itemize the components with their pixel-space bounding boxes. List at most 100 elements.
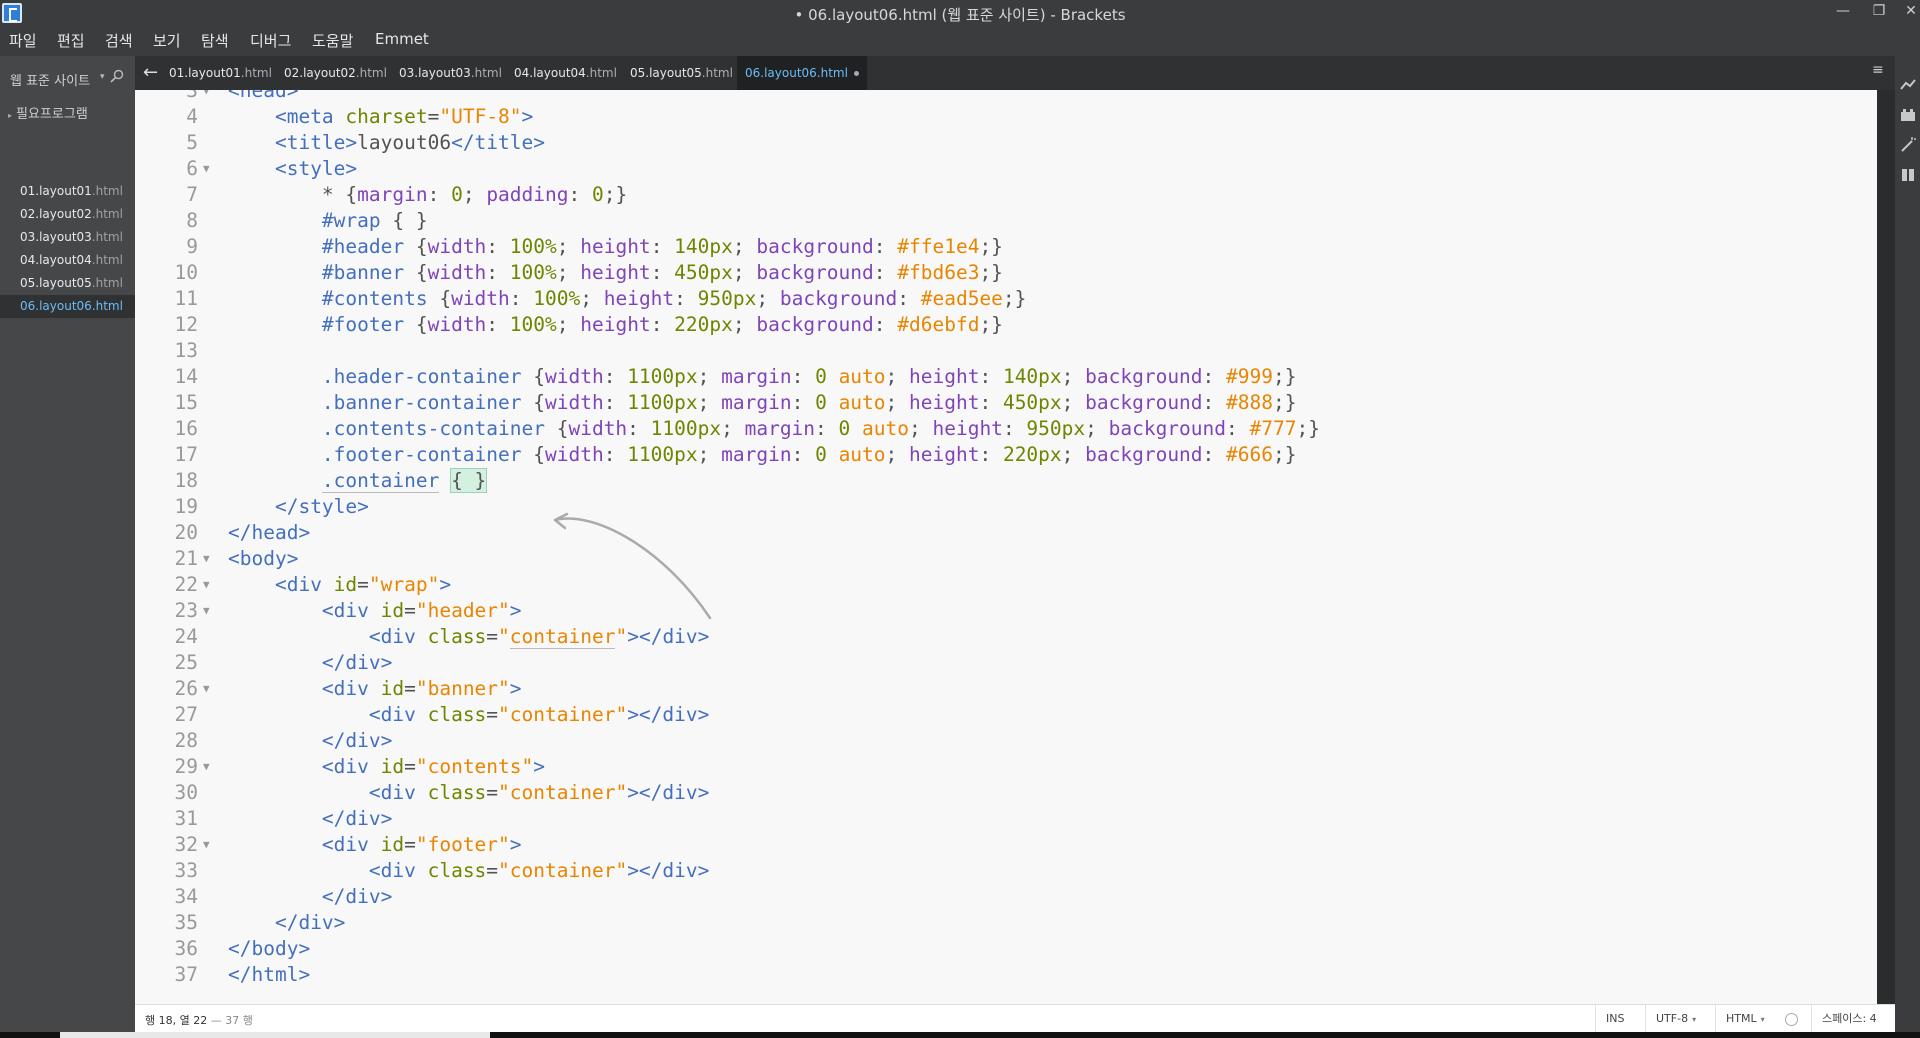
- tab[interactable]: 01.layout01.html: [161, 56, 280, 90]
- code-text: ;: [580, 287, 604, 310]
- code-line[interactable]: 26 ▼ <div id="banner">: [135, 676, 1877, 702]
- sidebar-file-item[interactable]: 02.layout02.html: [0, 203, 135, 226]
- maximize-button[interactable]: ❐: [1862, 0, 1896, 26]
- lint-status-icon[interactable]: [1785, 1013, 1798, 1026]
- code-line[interactable]: 15 .banner-container {width: 1100px; mar…: [135, 390, 1877, 416]
- code-line[interactable]: 28 </div>: [135, 728, 1877, 754]
- fold-arrow-icon[interactable]: ▼: [203, 90, 210, 104]
- code-line[interactable]: 17 .footer-container {width: 1100px; mar…: [135, 442, 1877, 468]
- menu-item[interactable]: 보기: [153, 30, 181, 51]
- tab[interactable]: 03.layout03.html: [391, 56, 510, 90]
- code-attribute: id: [333, 573, 358, 596]
- extension-manager-icon[interactable]: [1899, 106, 1917, 124]
- project-title[interactable]: 웹 표준 사이트: [10, 70, 90, 89]
- unsaved-dot-icon[interactable]: [853, 71, 859, 76]
- code-line[interactable]: 23 ▼ <div id="header">: [135, 598, 1877, 624]
- tab[interactable]: 02.layout02.html: [276, 56, 395, 90]
- menu-item[interactable]: 탐색: [201, 30, 229, 51]
- code-content: .container { }: [228, 468, 488, 494]
- code-line[interactable]: 6 ▼ <style>: [135, 156, 1877, 182]
- fold-arrow-icon[interactable]: ▼: [203, 754, 210, 780]
- encoding-selector[interactable]: UTF-8 ▾: [1645, 1005, 1706, 1033]
- menu-item[interactable]: 디버그: [250, 30, 291, 51]
- code-property: margin: [721, 365, 792, 388]
- code-property: height: [909, 443, 980, 466]
- code-number: 0: [815, 443, 827, 466]
- code-line[interactable]: 37 </html>: [135, 962, 1877, 988]
- code-line[interactable]: 27 <div class="container"></div>: [135, 702, 1877, 728]
- code-line[interactable]: 13: [135, 338, 1877, 364]
- menu-item[interactable]: 파일: [9, 30, 37, 51]
- menu-item[interactable]: 도움말: [312, 30, 353, 51]
- code-line[interactable]: 10 #banner {width: 100%; height: 450px; …: [135, 260, 1877, 286]
- sidebar-file-item[interactable]: 03.layout03.html: [0, 226, 135, 249]
- fold-arrow-icon[interactable]: ▼: [203, 598, 210, 624]
- fold-arrow-icon[interactable]: ▼: [203, 676, 210, 702]
- sidebar-file-item[interactable]: 05.layout05.html: [0, 272, 135, 295]
- menu-item[interactable]: 편집: [57, 30, 85, 51]
- chevron-down-icon[interactable]: ▾: [100, 72, 105, 82]
- indent-selector[interactable]: 스페이스: 4: [1811, 1005, 1887, 1033]
- code-line[interactable]: 12 #footer {width: 100%; height: 220px; …: [135, 312, 1877, 338]
- code-number: 100%: [509, 313, 557, 336]
- code-text: ;: [1061, 365, 1086, 388]
- search-icon[interactable]: [110, 69, 124, 83]
- tab-extension: .html: [701, 66, 733, 80]
- code-line[interactable]: 21 ▼ <body>: [135, 546, 1877, 572]
- code-line[interactable]: 34 </div>: [135, 884, 1877, 910]
- code-line[interactable]: 9 #header {width: 100%; height: 140px; b…: [135, 234, 1877, 260]
- minimize-button[interactable]: —: [1826, 0, 1860, 26]
- code-content: <body>: [228, 546, 298, 572]
- back-arrow-icon[interactable]: ←: [143, 62, 158, 83]
- fold-arrow-icon[interactable]: ▼: [203, 546, 210, 572]
- code-text: ;}: [979, 313, 1003, 336]
- line-number: 26: [174, 677, 198, 700]
- folder-item[interactable]: ▸ 필요프로그램: [8, 103, 88, 122]
- code-line[interactable]: 14 .header-container {width: 1100px; mar…: [135, 364, 1877, 390]
- code-line[interactable]: 22 ▼ <div id="wrap">: [135, 572, 1877, 598]
- menu-item[interactable]: Emmet: [375, 30, 429, 48]
- code-line[interactable]: 24 <div class="container"></div>: [135, 624, 1877, 650]
- code-line[interactable]: 4 <meta charset="UTF-8">: [135, 104, 1877, 130]
- code-line[interactable]: 18 .container { }: [135, 468, 1877, 494]
- book-icon[interactable]: [1899, 166, 1917, 184]
- code-line[interactable]: 19 </style>: [135, 494, 1877, 520]
- code-text: ;: [697, 443, 722, 466]
- sidebar-file-item[interactable]: 01.layout01.html: [0, 180, 135, 203]
- language-selector[interactable]: HTML ▾: [1715, 1005, 1775, 1033]
- live-preview-icon[interactable]: [1899, 76, 1917, 94]
- tab[interactable]: 06.layout06.html: [737, 56, 867, 90]
- fold-arrow-icon[interactable]: ▼: [203, 156, 210, 182]
- code-line[interactable]: 29 ▼ <div id="contents">: [135, 754, 1877, 780]
- code-number: 0: [838, 417, 851, 440]
- code-line[interactable]: 8 #wrap { }: [135, 208, 1877, 234]
- menu-item[interactable]: 검색: [105, 30, 133, 51]
- code-editor[interactable]: 3 ▼ <head> 4 <meta charset="UTF-8"> 5 <title…: [135, 90, 1877, 1004]
- wand-icon[interactable]: [1899, 136, 1917, 154]
- tab[interactable]: 04.layout04.html: [506, 56, 625, 90]
- sidebar-file-item[interactable]: 04.layout04.html: [0, 249, 135, 272]
- code-line[interactable]: 5 <title>layout06</title>: [135, 130, 1877, 156]
- code-line[interactable]: 7 * {margin: 0; padding: 0;}: [135, 182, 1877, 208]
- code-line[interactable]: 30 <div class="container"></div>: [135, 780, 1877, 806]
- code-text: =: [404, 833, 416, 856]
- code-line[interactable]: 25 </div>: [135, 650, 1877, 676]
- code-line[interactable]: 33 <div class="container"></div>: [135, 858, 1877, 884]
- code-line[interactable]: 16 .contents-container {width: 1100px; m…: [135, 416, 1877, 442]
- insert-mode-toggle[interactable]: INS: [1595, 1005, 1634, 1033]
- code-line[interactable]: 32 ▼ <div id="footer">: [135, 832, 1877, 858]
- code-line[interactable]: 36 </body>: [135, 936, 1877, 962]
- code-content: <title>layout06</title>: [228, 130, 545, 156]
- code-tag: </div>: [321, 729, 393, 752]
- close-button[interactable]: ✕: [1894, 0, 1920, 26]
- fold-arrow-icon[interactable]: ▼: [203, 832, 210, 858]
- code-line[interactable]: 11 #contents {width: 100%; height: 950px…: [135, 286, 1877, 312]
- sidebar-file-item[interactable]: 06.layout06.html: [0, 295, 135, 318]
- code-line[interactable]: 35 </div>: [135, 910, 1877, 936]
- menu-icon[interactable]: ≡: [1872, 62, 1884, 78]
- code-line[interactable]: 20 </head>: [135, 520, 1877, 546]
- code-line[interactable]: 31 </div>: [135, 806, 1877, 832]
- code-line[interactable]: 3 ▼ <head>: [135, 90, 1877, 104]
- tab[interactable]: 05.layout05.html: [622, 56, 741, 90]
- fold-arrow-icon[interactable]: ▼: [203, 572, 210, 598]
